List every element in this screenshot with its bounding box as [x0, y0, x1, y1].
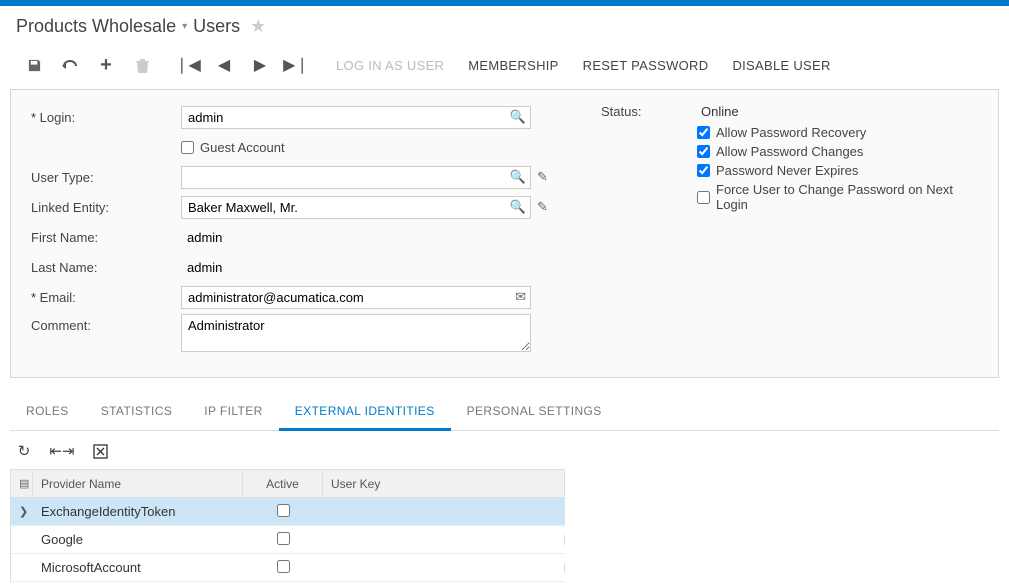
breadcrumb-parent[interactable]: Products Wholesale	[16, 16, 176, 37]
save-icon[interactable]	[16, 51, 52, 79]
login-as-user-button: LOG IN AS USER	[324, 58, 456, 73]
identities-grid: ▤ Provider Name Active User Key Exchange…	[10, 469, 565, 582]
linked-entity-label: Linked Entity:	[21, 200, 181, 215]
breadcrumb-current: Users	[193, 16, 240, 37]
force-change-checkbox[interactable]: Force User to Change Password on Next Lo…	[697, 182, 988, 212]
user-type-label: User Type:	[21, 170, 181, 185]
fit-columns-icon[interactable]: ⇤⇥	[48, 439, 76, 463]
allow-recovery-label: Allow Password Recovery	[716, 125, 866, 140]
next-record-icon[interactable]: ▶	[242, 51, 278, 79]
first-name-label: First Name:	[21, 230, 181, 245]
col-provider-name[interactable]: Provider Name	[33, 472, 243, 496]
allow-recovery-input[interactable]	[697, 126, 710, 139]
reset-password-button[interactable]: RESET PASSWORD	[571, 58, 721, 73]
guest-account-checkbox[interactable]: Guest Account	[181, 140, 285, 155]
first-record-icon[interactable]: ❘◀	[170, 51, 206, 79]
edit-pencil-icon[interactable]: ✎	[537, 199, 548, 215]
refresh-icon[interactable]: ↻	[10, 439, 38, 463]
prev-record-icon[interactable]: ◀	[206, 51, 242, 79]
login-input[interactable]	[181, 106, 531, 129]
add-icon[interactable]: +	[88, 51, 124, 79]
first-name-input[interactable]	[181, 227, 531, 248]
never-expires-input[interactable]	[697, 164, 710, 177]
tab-ip-filter[interactable]: IP FILTER	[188, 394, 279, 430]
last-name-label: Last Name:	[21, 260, 181, 275]
guest-account-label: Guest Account	[200, 140, 285, 155]
allow-changes-input[interactable]	[697, 145, 710, 158]
status-value: Online	[701, 104, 841, 119]
cell-active[interactable]	[243, 499, 323, 525]
cell-active[interactable]	[243, 555, 323, 581]
allow-recovery-checkbox[interactable]: Allow Password Recovery	[697, 125, 866, 140]
force-change-label: Force User to Change Password on Next Lo…	[716, 182, 988, 212]
main-toolbar: + ❘◀ ◀ ▶ ▶❘ LOG IN AS USER MEMBERSHIP RE…	[0, 47, 1009, 89]
col-user-key[interactable]: User Key	[323, 472, 565, 496]
cell-user-key	[323, 507, 565, 517]
status-label: Status:	[601, 104, 701, 119]
grid-toolbar: ↻ ⇤⇥	[10, 439, 999, 463]
user-type-input[interactable]	[181, 166, 531, 189]
tab-roles[interactable]: ROLES	[10, 394, 85, 430]
cell-user-key	[323, 535, 565, 545]
row-indicator	[11, 563, 33, 573]
force-change-input[interactable]	[697, 191, 710, 204]
edit-pencil-icon[interactable]: ✎	[537, 169, 548, 185]
last-name-input[interactable]	[181, 257, 531, 278]
cell-user-key	[323, 563, 565, 573]
chevron-down-icon[interactable]: ▾	[182, 21, 187, 32]
export-excel-icon[interactable]	[86, 439, 114, 463]
active-checkbox[interactable]	[277, 560, 290, 573]
guest-account-input[interactable]	[181, 141, 194, 154]
email-input[interactable]	[181, 286, 531, 309]
allow-changes-checkbox[interactable]: Allow Password Changes	[697, 144, 863, 159]
comment-input[interactable]	[181, 314, 531, 352]
table-row[interactable]: ExchangeIdentityToken	[11, 498, 565, 526]
login-label: Login:	[21, 110, 181, 125]
never-expires-checkbox[interactable]: Password Never Expires	[697, 163, 858, 178]
cell-provider: MicrosoftAccount	[33, 555, 243, 580]
disable-user-button[interactable]: DISABLE USER	[720, 58, 842, 73]
email-label: Email:	[21, 290, 181, 305]
favorite-star-icon[interactable]: ★	[250, 16, 266, 37]
cell-provider: Google	[33, 527, 243, 552]
allow-changes-label: Allow Password Changes	[716, 144, 863, 159]
table-row[interactable]: Google	[11, 526, 565, 554]
cell-provider: ExchangeIdentityToken	[33, 499, 243, 524]
delete-icon	[124, 51, 160, 79]
user-form-panel: Login: 🔍 Guest Account User Type: 🔍 ✎ Li…	[10, 89, 999, 378]
last-record-icon[interactable]: ▶❘	[278, 51, 314, 79]
undo-icon[interactable]	[52, 51, 88, 79]
tab-personal-settings[interactable]: PERSONAL SETTINGS	[451, 394, 618, 430]
active-checkbox[interactable]	[277, 532, 290, 545]
never-expires-label: Password Never Expires	[716, 163, 858, 178]
active-checkbox[interactable]	[277, 504, 290, 517]
membership-button[interactable]: MEMBERSHIP	[456, 58, 570, 73]
row-indicator	[11, 535, 33, 545]
row-selector-header[interactable]: ▤	[11, 472, 33, 495]
tab-external-identities[interactable]: EXTERNAL IDENTITIES	[279, 394, 451, 431]
grid-header-row: ▤ Provider Name Active User Key	[11, 470, 565, 498]
col-active[interactable]: Active	[243, 472, 323, 496]
linked-entity-input[interactable]	[181, 196, 531, 219]
row-indicator	[11, 500, 33, 523]
comment-label: Comment:	[21, 314, 181, 333]
cell-active[interactable]	[243, 527, 323, 553]
tab-statistics[interactable]: STATISTICS	[85, 394, 189, 430]
table-row[interactable]: MicrosoftAccount	[11, 554, 565, 582]
breadcrumb: Products Wholesale ▾ Users ★	[0, 6, 1009, 47]
detail-tabs: ROLES STATISTICS IP FILTER EXTERNAL IDEN…	[10, 394, 999, 431]
